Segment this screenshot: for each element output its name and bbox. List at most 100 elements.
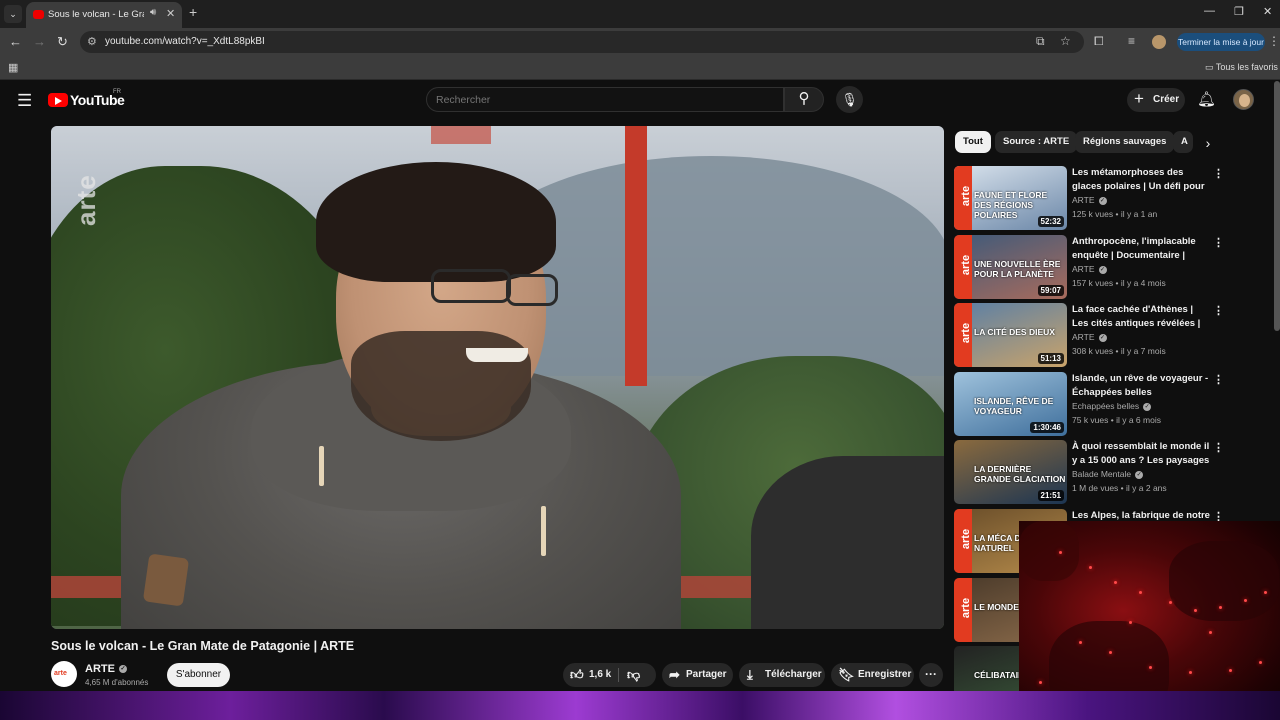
recommendation-thumbnail[interactable]: LA DERNIÈRE GRANDE GLACIATION 21:51 <box>954 440 1067 504</box>
arte-brand-strip: arte <box>954 509 972 573</box>
profile-avatar[interactable] <box>1152 35 1166 49</box>
fairy-light <box>1264 591 1267 594</box>
user-avatar[interactable] <box>1233 89 1254 110</box>
forward-icon[interactable]: → <box>33 34 46 49</box>
download-icon: ⤓ <box>747 667 753 682</box>
extensions-icon[interactable]: ⧠ <box>1094 34 1104 49</box>
recommendation-title[interactable]: Islande, un rêve de voyageur - Échappées… <box>1072 372 1212 399</box>
create-label: Créer <box>1153 94 1180 105</box>
fairy-light <box>1244 599 1247 602</box>
download-button[interactable]: ⤓ Télécharger <box>739 663 825 687</box>
reading-list-icon[interactable]: ≡ <box>1128 34 1135 48</box>
url-text[interactable]: youtube.com/watch?v=_XdtL88pkBI <box>105 36 265 47</box>
all-bookmarks-folder[interactable]: ▭ Tous les favoris <box>1205 62 1278 73</box>
recommendation-menu-icon[interactable]: ⋮ <box>1213 304 1224 317</box>
all-bookmarks-label: Tous les favoris <box>1215 62 1278 72</box>
verified-icon: ✓ <box>1135 470 1144 479</box>
update-button[interactable]: Terminer la mise à jour <box>1177 33 1265 51</box>
browser-tab[interactable]: Sous le volcan - Le Gran Mate de Patagon… <box>26 2 182 28</box>
recommendation-item[interactable]: arte FAUNE ET FLORE DES RÉGIONS POLAIRES 5… <box>954 166 1224 230</box>
second-person <box>751 456 944 629</box>
recommendation-thumbnail[interactable]: arte LA CITÉ DES DIEUX 51:13 <box>954 303 1067 367</box>
channel-name[interactable]: ARTE ✓ <box>85 663 127 675</box>
tab-audio-icon[interactable]: 🔊︎ <box>150 7 156 18</box>
recommendation-channel[interactable]: ARTE ✓ <box>1072 332 1107 342</box>
video-player[interactable]: arte <box>51 126 944 629</box>
site-info-icon[interactable]: ⚙︎ <box>87 35 97 48</box>
recommendation-menu-icon[interactable]: ⋮ <box>1213 441 1224 454</box>
minimize-icon[interactable]: — <box>1204 5 1215 17</box>
channel-avatar-text: arte <box>54 670 67 677</box>
recommendation-thumbnail[interactable]: arte FAUNE ET FLORE DES RÉGIONS POLAIRES 5… <box>954 166 1067 230</box>
fairy-light <box>1089 566 1092 569</box>
reload-icon[interactable]: ↻ <box>57 34 68 50</box>
chevron-right-icon[interactable]: › <box>1198 133 1218 153</box>
verified-icon: ✓ <box>1098 265 1107 274</box>
fairy-light <box>1189 671 1192 674</box>
save-button[interactable]: 🔖︎ Enregistrer <box>831 663 914 687</box>
notifications-bell-icon[interactable]: 🔔︎ <box>1197 90 1216 108</box>
browser-menu-icon[interactable]: ⋮ <box>1268 34 1280 48</box>
channel-avatar[interactable]: arte <box>51 661 77 687</box>
more-actions-icon[interactable]: ··· <box>919 663 943 687</box>
share-button[interactable]: ➦ Partager <box>662 663 733 687</box>
chip-more[interactable]: A <box>1173 131 1193 153</box>
recommendation-item[interactable]: LA DERNIÈRE GRANDE GLACIATION 21:51 À quoi… <box>954 440 1224 504</box>
recommendation-menu-icon[interactable]: ⋮ <box>1213 373 1224 386</box>
tab-close-icon[interactable]: ✕ <box>166 7 175 20</box>
recommendation-title[interactable]: À quoi ressemblait le monde il y a 15 00… <box>1072 440 1212 467</box>
recommendation-channel[interactable]: Echappées belles ✓ <box>1072 401 1152 411</box>
apps-grid-icon[interactable]: ▦ <box>8 61 18 74</box>
recommendation-item[interactable]: arte UNE NOUVELLE ÈRE POUR LA PLANÈTE 59:0… <box>954 235 1224 299</box>
search-button[interactable]: ⚲ <box>784 87 824 112</box>
window-close-icon[interactable]: ✕ <box>1263 5 1272 18</box>
menu-hamburger-icon[interactable]: ☰ <box>17 91 32 111</box>
recommendation-channel[interactable]: ARTE ✓ <box>1072 195 1107 205</box>
fairy-light <box>1109 651 1112 654</box>
search-input[interactable] <box>436 94 756 106</box>
recommendation-channel[interactable]: ARTE ✓ <box>1072 264 1107 274</box>
page-scrollbar[interactable] <box>1274 81 1280 331</box>
recommendation-meta: 75 k vues • il y a 6 mois <box>1072 415 1161 425</box>
subscribe-button[interactable]: S'abonner <box>167 663 230 687</box>
chip-all[interactable]: Tout <box>955 131 991 153</box>
recommendation-title[interactable]: La face cachée d'Athènes | Les cités ant… <box>1072 303 1212 330</box>
create-button[interactable]: + Créer <box>1127 88 1185 112</box>
fairy-light <box>1219 606 1222 609</box>
share-icon: ➦ <box>669 667 680 682</box>
video-duration: 51:13 <box>1037 353 1064 364</box>
arte-brand-text: arte <box>960 185 973 207</box>
fairy-light <box>1139 591 1142 594</box>
bookmark-star-icon[interactable]: ☆ <box>1060 34 1071 48</box>
video-title: Sous le volcan - Le Gran Mate de Patagon… <box>51 639 355 653</box>
recommendation-title[interactable]: Anthropocène, l'implacable enquête | Doc… <box>1072 235 1212 262</box>
chip-wild-regions[interactable]: Régions sauvages <box>1075 131 1175 153</box>
address-bar[interactable]: ⚙︎ youtube.com/watch?v=_XdtL88pkBI ⧉ ☆ <box>80 31 1084 53</box>
new-tab-icon[interactable]: + <box>189 4 197 20</box>
verified-icon: ✓ <box>1098 333 1107 342</box>
maximize-icon[interactable]: ❐ <box>1234 5 1244 18</box>
chip-source-arte[interactable]: Source : ARTE <box>995 131 1078 153</box>
recommendation-meta: 1 M de vues • il y a 2 ans <box>1072 483 1167 493</box>
like-thumb-icon[interactable]: 👍︎ <box>570 667 584 683</box>
back-icon[interactable]: ← <box>9 34 22 49</box>
recommendation-thumbnail[interactable]: ISLANDE, RÊVE DE VOYAGEUR 1:30:46 <box>954 372 1067 436</box>
tab-search-icon[interactable]: ⌄ <box>4 5 22 23</box>
dislike-thumb-icon[interactable]: 👎︎ <box>627 667 640 683</box>
recommendation-menu-icon[interactable]: ⋮ <box>1213 236 1224 249</box>
recommendation-item[interactable]: ISLANDE, RÊVE DE VOYAGEUR 1:30:46 Islande,… <box>954 372 1224 436</box>
install-app-icon[interactable]: ⧉ <box>1036 34 1045 49</box>
voice-search-button[interactable]: 🎙︎ <box>836 86 863 113</box>
recommendation-title[interactable]: Les métamorphoses des glaces polaires | … <box>1072 166 1212 193</box>
like-count[interactable]: 1,6 k <box>589 669 611 680</box>
browser-tabstrip: ⌄ Sous le volcan - Le Gran Mate de Patag… <box>0 0 1280 28</box>
recommendation-channel[interactable]: Balade Mentale ✓ <box>1072 469 1144 479</box>
fairy-light <box>1059 551 1062 554</box>
recommendation-meta: 125 k vues • il y a 1 an <box>1072 209 1158 219</box>
search-box[interactable] <box>426 87 784 112</box>
recommendation-item[interactable]: arte LA CITÉ DES DIEUX 51:13 La face cachée… <box>954 303 1224 367</box>
recommendation-menu-icon[interactable]: ⋮ <box>1213 167 1224 180</box>
recommendation-thumbnail[interactable]: arte UNE NOUVELLE ÈRE POUR LA PLANÈTE 59:0… <box>954 235 1067 299</box>
fairy-light <box>1039 681 1042 684</box>
arte-brand-strip: arte <box>954 303 972 367</box>
